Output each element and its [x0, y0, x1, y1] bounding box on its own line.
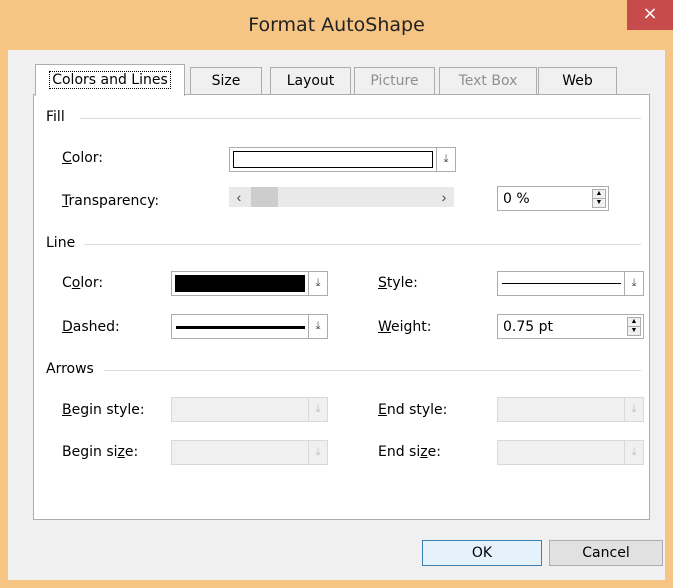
line-color-swatch: [175, 275, 305, 292]
chevron-down-icon[interactable]: ⤓: [308, 398, 327, 421]
spin-up-icon[interactable]: ▲: [628, 318, 640, 327]
tab-size[interactable]: Size: [190, 67, 262, 95]
end-size-dropdown[interactable]: ⤓: [497, 440, 644, 465]
chevron-down-icon[interactable]: ⤓: [308, 315, 327, 338]
line-style-label: Style:: [378, 275, 418, 291]
close-icon: ×: [642, 3, 658, 24]
fill-section-title: Fill: [46, 109, 65, 125]
tab-layout[interactable]: Layout: [270, 67, 351, 95]
dashed-preview: [176, 326, 305, 329]
line-weight-input[interactable]: 0.75 pt ▲ ▼: [497, 314, 644, 339]
end-size-label: End size:: [378, 444, 441, 460]
fill-color-label: Color:: [62, 150, 104, 166]
transparency-label: Transparency:: [62, 193, 160, 209]
begin-size-label: Begin size:: [62, 444, 139, 460]
chevron-right-icon[interactable]: ›: [434, 187, 454, 207]
chevron-down-icon[interactable]: ⤓: [308, 441, 327, 464]
dashed-dropdown[interactable]: ⤓: [171, 314, 328, 339]
end-style-dropdown[interactable]: ⤓: [497, 397, 644, 422]
ok-button[interactable]: OK: [422, 540, 542, 566]
line-weight-label: Weight:: [378, 319, 432, 335]
dashed-label: Dashed:: [62, 319, 120, 335]
fill-divider: [80, 118, 641, 119]
spin-up-icon[interactable]: ▲: [593, 190, 605, 199]
fill-color-swatch: [233, 151, 433, 168]
spin-down-icon[interactable]: ▼: [593, 199, 605, 207]
tab-web[interactable]: Web: [538, 67, 617, 95]
line-divider: [84, 244, 641, 245]
arrows-section-title: Arrows: [46, 361, 94, 377]
transparency-input[interactable]: 0 % ▲ ▼: [497, 186, 609, 211]
chevron-down-icon[interactable]: ⤓: [308, 272, 327, 295]
chevron-down-icon[interactable]: ⤓: [624, 441, 643, 464]
end-style-label: End style:: [378, 402, 448, 418]
fill-color-dropdown[interactable]: ⤓: [229, 147, 456, 172]
chevron-down-icon[interactable]: ⤓: [436, 148, 455, 171]
transparency-slider[interactable]: ‹ ›: [229, 187, 454, 207]
chevron-left-icon[interactable]: ‹: [229, 187, 249, 207]
transparency-spinner[interactable]: ▲ ▼: [592, 189, 606, 208]
begin-style-dropdown[interactable]: ⤓: [171, 397, 328, 422]
dialog-body: Colors and Lines Size Layout Picture Tex…: [8, 50, 665, 580]
line-color-dropdown[interactable]: ⤓: [171, 271, 328, 296]
line-weight-spinner[interactable]: ▲ ▼: [627, 317, 641, 336]
window-title: Format AutoShape: [248, 14, 425, 36]
arrows-divider: [104, 370, 641, 371]
tab-picture[interactable]: Picture: [354, 67, 435, 95]
title-bar[interactable]: Format AutoShape ×: [0, 0, 673, 50]
line-color-label: Color:: [62, 275, 104, 291]
line-section-title: Line: [46, 235, 76, 251]
spin-down-icon[interactable]: ▼: [628, 327, 640, 335]
transparency-slider-thumb[interactable]: [251, 187, 278, 207]
line-style-preview: [502, 283, 621, 284]
begin-size-dropdown[interactable]: ⤓: [171, 440, 328, 465]
cancel-button[interactable]: Cancel: [549, 540, 663, 566]
begin-style-label: Begin style:: [62, 402, 145, 418]
dialog-window: Format AutoShape × Colors and Lines Size…: [0, 0, 673, 588]
tab-text-box[interactable]: Text Box: [439, 67, 537, 95]
colors-and-lines-panel: Fill Color: ⤓ Transparency: ‹ › 0 % ▲ ▼: [33, 94, 650, 520]
line-style-dropdown[interactable]: ⤓: [497, 271, 644, 296]
tab-colors-and-lines[interactable]: Colors and Lines: [35, 64, 185, 96]
chevron-down-icon[interactable]: ⤓: [624, 398, 643, 421]
chevron-down-icon[interactable]: ⤓: [624, 272, 643, 295]
close-button[interactable]: ×: [627, 0, 673, 30]
